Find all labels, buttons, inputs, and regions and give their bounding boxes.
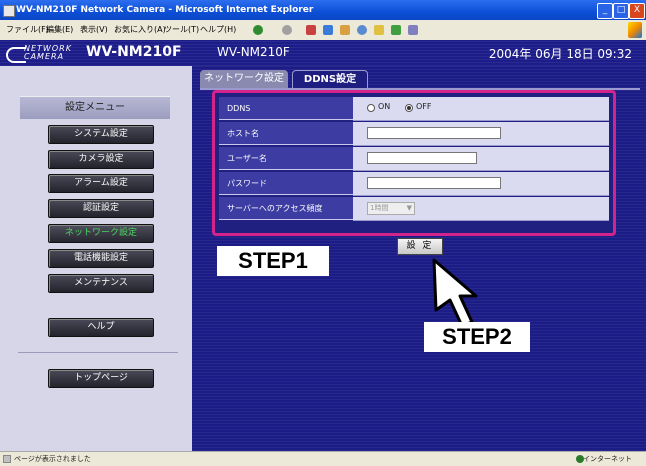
password-row: パスワード <box>219 172 609 197</box>
search-icon[interactable] <box>357 25 367 35</box>
password-label: パスワード <box>219 172 353 195</box>
home-icon[interactable] <box>340 25 350 35</box>
zone-text: インターネット <box>583 455 632 463</box>
sidebar-item-help[interactable]: ヘルプ <box>48 318 154 337</box>
header-datetime: 2004年 06月 18日 09:32 <box>488 47 632 61</box>
password-value-cell <box>353 172 609 196</box>
menubar: ファイル(F) 編集(E) 表示(V) お気に入り(A) ツール(T) ヘルプ(… <box>0 20 646 41</box>
close-button[interactable]: X <box>629 3 645 19</box>
menu-help[interactable]: ヘルプ(H) <box>200 20 236 40</box>
step1-annotation: STEP1 <box>217 246 329 276</box>
ie-page-icon <box>3 5 15 17</box>
sidebar-item-top-page[interactable]: トップページ <box>48 369 154 388</box>
access-row: サーバーへのアクセス頻度 1時間 ▼ <box>219 197 609 222</box>
ddns-radio-group: ON OFF <box>353 97 609 121</box>
ddns-off-radio[interactable] <box>405 104 413 112</box>
ddns-off-label: OFF <box>416 102 432 111</box>
sidebar-item-camera[interactable]: カメラ設定 <box>48 150 154 169</box>
maximize-button[interactable]: □ <box>613 3 629 19</box>
access-frequency-value: 1時間 <box>370 204 389 212</box>
ie-logo-icon <box>628 22 642 38</box>
window-title: WV-NM210F Network Camera - Microsoft Int… <box>16 5 314 15</box>
sidebar-title: 設定メニュー <box>20 96 170 119</box>
sidebar: 設定メニュー システム設定 カメラ設定 アラーム設定 認証設定 ネットワーク設定… <box>0 66 192 451</box>
sidebar-item-system[interactable]: システム設定 <box>48 125 154 144</box>
sidebar-item-phone[interactable]: 電話機能設定 <box>48 249 154 268</box>
tab-network-settings[interactable]: ネットワーク設定 <box>200 70 288 88</box>
step2-annotation: STEP2 <box>424 322 530 352</box>
user-name-input[interactable] <box>367 152 477 164</box>
set-button[interactable]: 設 定 <box>397 238 443 255</box>
menu-tools[interactable]: ツール(T) <box>164 20 199 40</box>
menu-edit[interactable]: 編集(E) <box>46 20 73 40</box>
sidebar-item-maintenance[interactable]: メンテナンス <box>48 274 154 293</box>
sidebar-item-auth[interactable]: 認証設定 <box>48 199 154 218</box>
ddns-settings-form: DDNS ON OFF ホスト名 ユーザー名 パスワード サーバーへのアクセス頻… <box>212 90 616 236</box>
host-value-cell <box>353 122 609 146</box>
page-status-icon <box>3 455 11 463</box>
status-text: ページが表示されました <box>14 455 91 463</box>
logo-model: WV-NM210F <box>86 44 182 60</box>
user-label: ユーザー名 <box>219 147 353 170</box>
refresh-icon[interactable] <box>323 25 333 35</box>
history-icon[interactable] <box>391 25 401 35</box>
mail-icon[interactable] <box>408 25 418 35</box>
sidebar-item-alarm[interactable]: アラーム設定 <box>48 174 154 193</box>
status-bar: ページが表示されました インターネット <box>0 451 646 466</box>
access-frequency-select[interactable]: 1時間 ▼ <box>367 202 415 215</box>
logo-text-camera: CAMERA <box>24 52 65 61</box>
window-titlebar: WV-NM210F Network Camera - Microsoft Int… <box>0 0 646 20</box>
menu-view[interactable]: 表示(V) <box>80 20 108 40</box>
host-row: ホスト名 <box>219 122 609 147</box>
access-frequency-label: サーバーへのアクセス頻度 <box>219 197 353 220</box>
ddns-row: DDNS ON OFF <box>219 97 609 122</box>
ddns-label: DDNS <box>219 97 353 120</box>
pointer-cursor-icon <box>432 258 478 328</box>
ddns-on-label: ON <box>378 102 391 111</box>
access-value-cell: 1時間 ▼ <box>353 197 609 221</box>
back-icon[interactable] <box>253 25 263 35</box>
minimize-button[interactable]: _ <box>597 3 613 19</box>
user-value-cell <box>353 147 609 171</box>
sidebar-item-network[interactable]: ネットワーク設定 <box>48 224 154 243</box>
user-row: ユーザー名 <box>219 147 609 172</box>
host-name-input[interactable] <box>367 127 501 139</box>
main-content: ネットワーク設定 DDNS設定 DDNS ON OFF ホスト名 ユーザー名 パ… <box>192 66 646 451</box>
host-label: ホスト名 <box>219 122 353 145</box>
menu-favorites[interactable]: お気に入り(A) <box>114 20 166 40</box>
chevron-down-icon: ▼ <box>406 204 412 212</box>
logo-swoosh-icon <box>6 47 26 63</box>
ddns-on-radio[interactable] <box>367 104 375 112</box>
password-input[interactable] <box>367 177 501 189</box>
stop-icon[interactable] <box>306 25 316 35</box>
tab-ddns-settings[interactable]: DDNS設定 <box>292 70 368 89</box>
favorites-icon[interactable] <box>374 25 384 35</box>
network-camera-logo: NETWORK CAMERA WV-NM210F <box>6 43 194 63</box>
page-header: NETWORK CAMERA WV-NM210F WV-NM210F 2004年… <box>0 40 646 66</box>
sidebar-divider <box>18 352 178 353</box>
forward-icon[interactable] <box>282 25 292 35</box>
menu-file[interactable]: ファイル(F) <box>6 20 49 40</box>
header-model: WV-NM210F <box>217 45 290 59</box>
